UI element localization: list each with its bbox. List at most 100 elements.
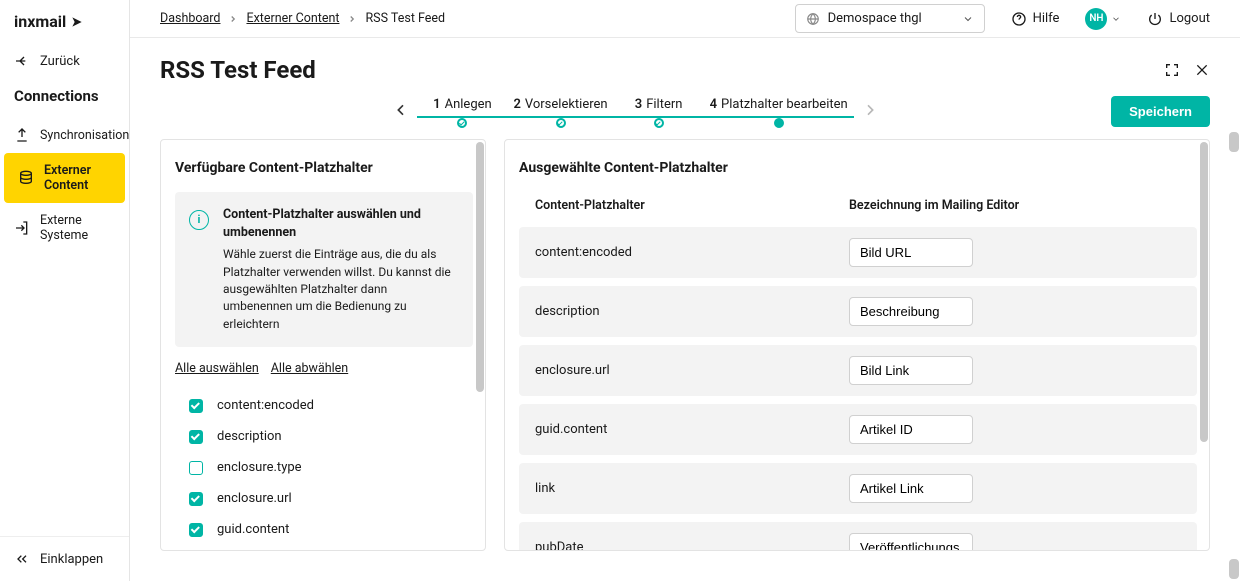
check-icon — [457, 118, 467, 128]
user-menu[interactable]: NH — [1085, 8, 1121, 30]
selected-row: description — [519, 286, 1197, 337]
selected-row: guid.content — [519, 404, 1197, 455]
brand-mark-icon — [70, 15, 84, 29]
sidebar-item-external-content[interactable]: Externer Content — [4, 153, 125, 203]
expand-icon — [1164, 62, 1180, 78]
info-body: Wähle zuerst die Einträge aus, die du al… — [223, 246, 459, 333]
checkbox[interactable] — [189, 492, 203, 506]
close-button[interactable] — [1194, 62, 1210, 78]
logout-link[interactable]: Logout — [1147, 11, 1210, 27]
placeholder-row: description — [175, 421, 473, 452]
check-icon — [556, 118, 566, 128]
selected-row: link — [519, 463, 1197, 514]
back-link[interactable]: Zurück — [0, 43, 129, 79]
checkbox[interactable] — [189, 430, 203, 444]
selected-key: description — [535, 304, 849, 319]
available-title: Verfügbare Content-Platzhalter — [175, 160, 473, 176]
step-3[interactable]: 3Filtern — [614, 97, 704, 126]
close-icon — [1194, 62, 1210, 78]
deselect-all-link[interactable]: Alle abwählen — [271, 361, 348, 376]
breadcrumb-current: RSS Test Feed — [365, 11, 445, 26]
sidebar-item-label: Externe Systeme — [40, 213, 115, 243]
placeholder-row: content:encoded — [175, 390, 473, 421]
checkbox[interactable] — [189, 399, 203, 413]
back-label: Zurück — [40, 54, 80, 69]
checkbox[interactable] — [189, 461, 203, 475]
chevron-down-icon — [962, 13, 974, 25]
save-button[interactable]: Speichern — [1111, 96, 1210, 127]
label-input[interactable] — [849, 297, 973, 326]
arrow-left-icon — [14, 53, 30, 69]
col-placeholder: Content-Platzhalter — [535, 198, 849, 213]
database-icon — [18, 170, 34, 186]
scrollbar[interactable] — [1228, 42, 1240, 581]
help-label: Hilfe — [1033, 11, 1060, 26]
placeholder-label: enclosure.type — [217, 460, 302, 475]
power-icon — [1147, 11, 1163, 27]
brand-logo: inxmail — [0, 0, 129, 43]
upload-icon — [14, 127, 30, 143]
selected-row: pubDate — [519, 522, 1197, 550]
breadcrumb-external-content[interactable]: Externer Content — [246, 11, 339, 26]
selected-title: Ausgewählte Content-Platzhalter — [519, 160, 1197, 176]
scrollbar[interactable] — [475, 140, 485, 550]
sidebar-collapse[interactable]: Einklappen — [0, 536, 129, 581]
info-title: Content-Platzhalter auswählen und umbene… — [223, 206, 459, 242]
help-link[interactable]: Hilfe — [1011, 11, 1060, 27]
selected-key: enclosure.url — [535, 363, 849, 378]
step-prev[interactable] — [385, 102, 417, 122]
selected-key: pubDate — [535, 540, 849, 550]
selected-key: link — [535, 481, 849, 496]
selected-row: enclosure.url — [519, 345, 1197, 396]
selected-key: guid.content — [535, 422, 849, 437]
col-label: Bezeichnung im Mailing Editor — [849, 198, 1019, 213]
label-input[interactable] — [849, 356, 973, 385]
page-title: RSS Test Feed — [160, 56, 316, 84]
exit-icon — [14, 220, 30, 236]
space-selector[interactable]: Demospace thgl — [795, 4, 985, 33]
avatar: NH — [1085, 8, 1107, 30]
placeholder-row: enclosure.type — [175, 452, 473, 483]
label-input[interactable] — [849, 415, 973, 444]
chevron-right-icon — [228, 14, 238, 24]
fullscreen-button[interactable] — [1164, 62, 1180, 78]
sidebar-item-label: Synchronisation — [40, 128, 129, 143]
breadcrumb-dashboard[interactable]: Dashboard — [160, 11, 220, 26]
collapse-label: Einklappen — [40, 552, 103, 567]
label-input[interactable] — [849, 533, 973, 550]
chevron-right-icon — [862, 102, 878, 118]
placeholder-row: guid.content — [175, 514, 473, 545]
sidebar-item-label: Externer Content — [44, 163, 111, 193]
step-next[interactable] — [854, 102, 886, 122]
selected-row: content:encoded — [519, 227, 1197, 278]
select-all-link[interactable]: Alle auswählen — [175, 361, 259, 376]
info-box: i Content-Platzhalter auswählen und umbe… — [175, 192, 473, 347]
label-input[interactable] — [849, 238, 973, 267]
logout-label: Logout — [1169, 11, 1210, 26]
scrollbar[interactable] — [1199, 140, 1209, 550]
sidebar-item-sync[interactable]: Synchronisation — [0, 117, 129, 153]
placeholder-label: content:encoded — [217, 398, 314, 413]
info-icon: i — [189, 210, 209, 230]
sidebar-item-external-systems[interactable]: Externe Systeme — [0, 203, 129, 253]
help-icon — [1011, 11, 1027, 27]
chevrons-left-icon — [14, 551, 30, 567]
step-1[interactable]: 1Anlegen — [417, 97, 507, 126]
placeholder-row: enclosure.url — [175, 483, 473, 514]
sidebar-heading: Connections — [0, 79, 129, 117]
placeholder-label: enclosure.url — [217, 491, 292, 506]
chevron-down-icon — [1111, 14, 1121, 24]
checkbox[interactable] — [189, 523, 203, 537]
step-2[interactable]: 2Vorselektieren — [507, 97, 613, 126]
step-4[interactable]: 4Platzhalter bearbeiten — [704, 97, 854, 126]
label-input[interactable] — [849, 474, 973, 503]
chevron-right-icon — [347, 14, 357, 24]
globe-icon — [806, 12, 820, 26]
placeholder-label: description — [217, 429, 282, 444]
placeholder-label: guid.content — [217, 522, 289, 537]
chevron-left-icon — [393, 102, 409, 118]
selected-key: content:encoded — [535, 245, 849, 260]
check-icon — [654, 118, 664, 128]
placeholder-row: guid.isPermaLink — [175, 545, 473, 550]
space-selector-value: Demospace thgl — [828, 11, 954, 26]
